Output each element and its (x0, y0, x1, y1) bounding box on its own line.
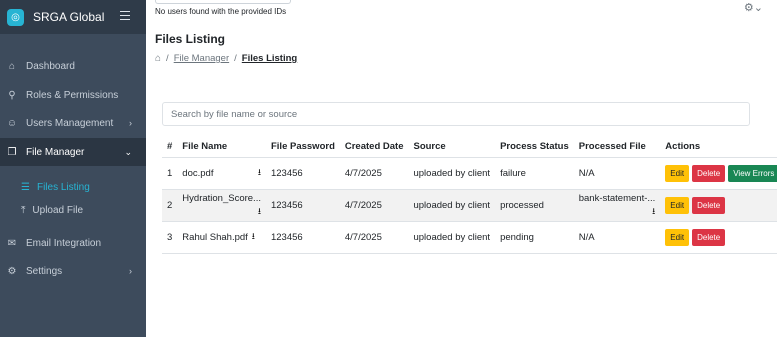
file-name: Hydration_Score... (182, 193, 261, 204)
processed-file: bank-statement-... (578, 193, 656, 204)
column-header: Created Date (339, 136, 409, 158)
column-header: Process Status (495, 136, 574, 158)
sidebar-subitem-files-listing[interactable]: ☰ Files Listing (0, 175, 146, 199)
edit-button[interactable]: Edit (665, 196, 690, 214)
row-number: 1 (162, 157, 178, 190)
row-number: 2 (162, 189, 178, 222)
breadcrumb-separator: / (234, 53, 237, 64)
sidebar: ◎ SRGA Global ⌂ Dashboard ⚲ Roles & Perm… (0, 0, 146, 337)
download-icon[interactable]: ⭳ (579, 205, 655, 217)
created-date: 4/7/2025 (339, 157, 409, 190)
processed-file: N/A (573, 157, 661, 190)
file-name-cell: Hydration_Score... ⭳ (177, 189, 266, 222)
file-password: 123456 (265, 189, 340, 222)
notice-text: No users found with the provided IDs (155, 7, 287, 16)
upload-icon: ⤒ (21, 204, 26, 216)
lock-icon: ⚲ (8, 89, 16, 101)
processed-file: N/A (573, 221, 661, 254)
source: uploaded by client (408, 157, 496, 190)
column-header: File Password (265, 136, 340, 158)
table-row: 2 Hydration_Score... ⭳ 123456 4/7/2025 u… (162, 189, 777, 222)
sidebar-subitem-upload-file[interactable]: ⤒ Upload File (0, 198, 146, 222)
view-errors-button[interactable]: View Errors (728, 164, 777, 182)
column-header: # (162, 136, 178, 158)
table-row: 3 Rahul Shah.pdf ⭳ 123456 4/7/2025 uploa… (162, 221, 777, 254)
sidebar-subitem-label: Upload File (32, 204, 84, 216)
sidebar-item-label: Settings (26, 265, 63, 277)
column-header: Actions (660, 136, 777, 158)
search-input[interactable] (162, 102, 750, 126)
download-icon[interactable]: ⭳ (252, 229, 255, 245)
delete-button[interactable]: Delete (692, 196, 726, 214)
actions-cell: Edit Delete View Errors (660, 157, 777, 190)
chevron-right-icon: › (129, 266, 132, 276)
delete-button[interactable]: Delete (692, 228, 726, 246)
home-icon[interactable]: ⌂ (155, 53, 161, 64)
edit-button[interactable]: Edit (665, 228, 690, 246)
breadcrumb-file-manager[interactable]: File Manager (174, 53, 229, 64)
column-header: Processed File (573, 136, 661, 158)
column-header: Source (408, 136, 496, 158)
sidebar-item-users[interactable]: ☺ Users Management › (0, 109, 146, 137)
chevron-down-icon: ⌄ (124, 146, 132, 157)
created-date: 4/7/2025 (339, 189, 409, 222)
file-icon: ❐ (7, 146, 17, 158)
gear-icon: ⚙ (7, 265, 17, 277)
chevron-right-icon: › (129, 118, 132, 128)
column-header: File Name (177, 136, 266, 158)
file-password: 123456 (265, 221, 340, 254)
table-header-row: # File Name File Password Created Date S… (162, 136, 777, 158)
sidebar-item-roles[interactable]: ⚲ Roles & Permissions (0, 81, 146, 109)
file-name-cell: Rahul Shah.pdf ⭳ (177, 221, 266, 254)
user-icon: ☺ (6, 117, 18, 129)
source: uploaded by client (408, 221, 496, 254)
mail-icon: ✉ (7, 237, 17, 249)
table-row: 1 doc.pdf ⭳ 123456 4/7/2025 uploaded by … (162, 157, 777, 190)
actions-cell: Edit Delete (660, 221, 777, 254)
process-status: pending (495, 221, 574, 254)
sidebar-item-label: Users Management (26, 117, 114, 129)
row-number: 3 (162, 221, 178, 254)
main-content: No users found with the provided IDs ⚙⌄ … (146, 0, 777, 337)
sidebar-item-label: Dashboard (26, 60, 75, 72)
breadcrumb-separator: / (166, 53, 169, 64)
edit-button[interactable]: Edit (665, 164, 690, 182)
brand-bar: ◎ SRGA Global (0, 0, 146, 34)
breadcrumb: ⌂ / File Manager / Files Listing (155, 53, 297, 64)
file-name-cell: doc.pdf ⭳ (177, 157, 266, 190)
sidebar-item-file-manager[interactable]: ❐ File Manager ⌄ (0, 138, 146, 166)
sidebar-item-label: Roles & Permissions (26, 89, 119, 101)
page-title: Files Listing (155, 32, 226, 46)
file-password: 123456 (265, 157, 340, 190)
process-status: failure (495, 157, 574, 190)
sidebar-item-label: File Manager (26, 146, 85, 158)
source: uploaded by client (408, 189, 496, 222)
sidebar-item-settings[interactable]: ⚙ Settings › (0, 257, 146, 285)
processed-file-cell: bank-statement-... ⭳ (573, 189, 661, 222)
created-date: 4/7/2025 (339, 221, 409, 254)
file-name: Rahul Shah.pdf (182, 231, 248, 243)
breadcrumb-files-listing[interactable]: Files Listing (242, 53, 297, 64)
top-input-box[interactable] (155, 0, 291, 4)
home-icon: ⌂ (8, 60, 16, 72)
actions-cell: Edit Delete (660, 189, 777, 222)
brand-title[interactable]: SRGA Global (33, 10, 104, 24)
download-icon[interactable]: ⭳ (258, 165, 261, 181)
brand-logo-icon: ◎ (7, 8, 24, 26)
settings-dropdown-icon[interactable]: ⚙⌄ (744, 1, 763, 14)
list-icon: ☰ (21, 181, 30, 193)
sidebar-subitem-label: Files Listing (36, 181, 90, 193)
download-icon[interactable]: ⭳ (182, 205, 261, 217)
sidebar-item-email-integration[interactable]: ✉ Email Integration (0, 229, 146, 257)
sidebar-toggle-icon[interactable] (120, 11, 130, 20)
process-status: processed (495, 189, 574, 222)
delete-button[interactable]: Delete (692, 164, 726, 182)
sidebar-item-label: Email Integration (26, 237, 102, 249)
sidebar-item-dashboard[interactable]: ⌂ Dashboard (0, 52, 146, 80)
files-table: # File Name File Password Created Date S… (162, 136, 777, 254)
file-name: doc.pdf (182, 167, 214, 179)
